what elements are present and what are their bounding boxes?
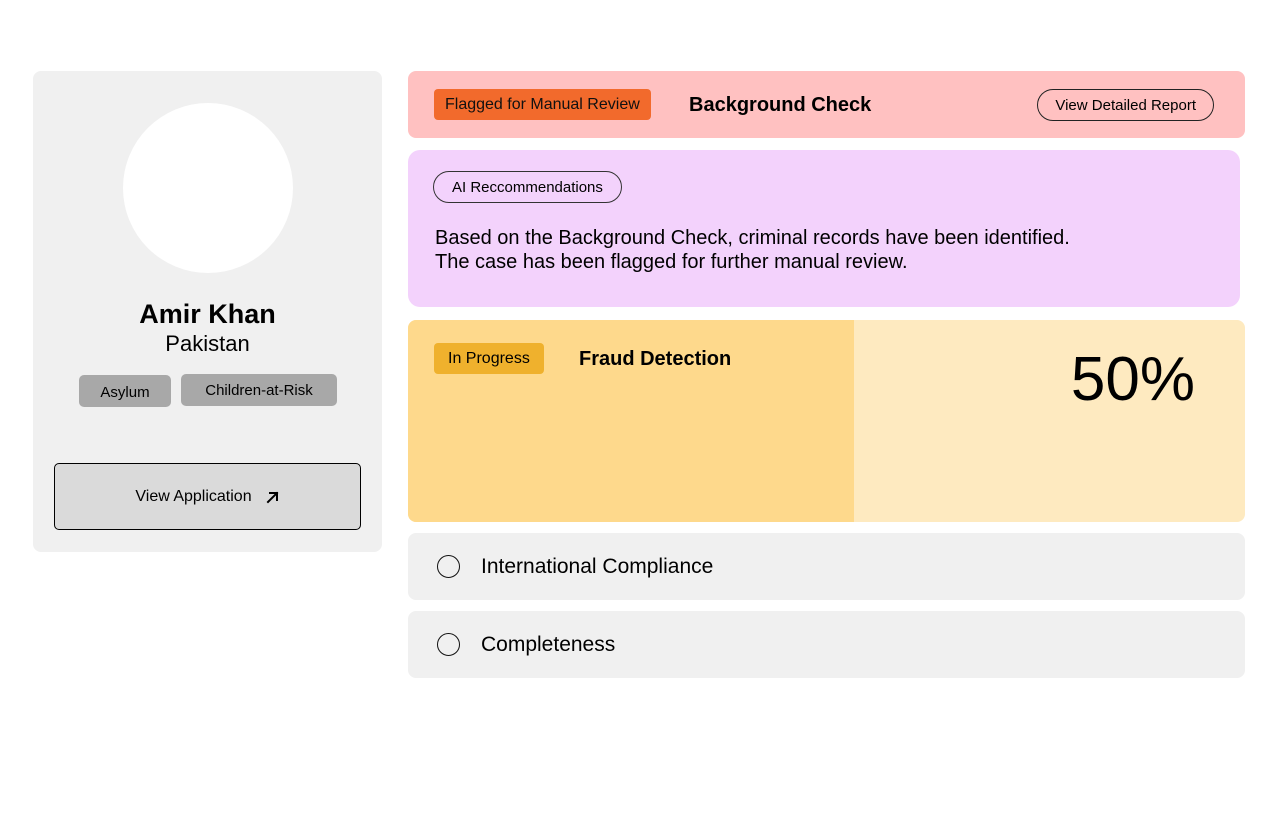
ai-recommendations-label: AI Reccommendations <box>433 171 622 203</box>
check-row-completeness[interactable]: Completeness <box>408 611 1245 678</box>
fraud-detection-title: Fraud Detection <box>579 348 732 370</box>
applicant-country: Pakistan <box>165 331 250 356</box>
ai-recommendations-panel: AI Reccommendations Based on the Backgro… <box>408 150 1240 307</box>
radio-completeness[interactable] <box>437 633 460 656</box>
avatar <box>123 103 293 273</box>
fraud-progress-percent: 50% <box>1070 345 1195 414</box>
ai-recommendations-text: Based on the Background Check, criminal … <box>435 227 1070 273</box>
status-badge-flagged: Flagged for Manual Review <box>434 89 651 120</box>
check-row-international-compliance[interactable]: International Compliance <box>408 533 1245 600</box>
applicant-name: Amir Khan <box>139 299 276 329</box>
background-check-panel: Flagged for Manual Review Background Che… <box>408 71 1245 138</box>
arrow-up-right-icon <box>266 490 280 504</box>
background-check-title: Background Check <box>689 94 872 116</box>
view-application-button[interactable]: View Application <box>54 463 361 530</box>
tag-children-at-risk: Children-at-Risk <box>181 374 337 406</box>
view-detailed-report-button[interactable]: View Detailed Report <box>1037 89 1214 121</box>
check-label: Completeness <box>481 632 616 656</box>
radio-international-compliance[interactable] <box>437 555 460 578</box>
view-application-label: View Application <box>135 487 252 505</box>
tag-asylum: Asylum <box>79 375 171 407</box>
applicant-profile-card: Amir Khan Pakistan Asylum Children-at-Ri… <box>33 71 382 552</box>
status-badge-in-progress: In Progress <box>434 343 544 374</box>
check-label: International Compliance <box>481 554 714 578</box>
fraud-detection-panel: In Progress Fraud Detection 50% <box>408 320 1245 522</box>
